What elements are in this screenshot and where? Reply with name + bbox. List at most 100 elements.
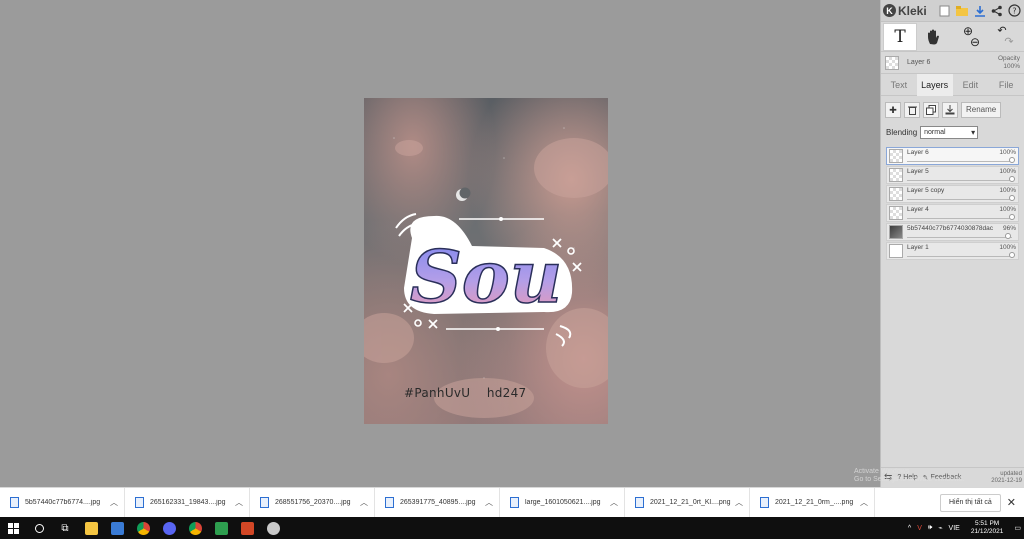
layer-opacity-slider[interactable]	[907, 252, 1015, 258]
chevron-up-icon[interactable]: ︿	[235, 497, 243, 508]
add-layer-button[interactable]: ✚	[885, 102, 901, 118]
top-toolbar: K Kleki ?	[881, 0, 1024, 22]
calculator-icon	[110, 521, 124, 535]
taskbar-app-green[interactable]	[208, 517, 234, 539]
zoom-out-icon[interactable]: ⊖	[970, 36, 980, 48]
chevron-up-icon[interactable]: ^	[908, 525, 911, 532]
artwork-canvas[interactable]: Sou #PanhUvU hd247	[364, 98, 608, 424]
download-item[interactable]: 5b57440c77b6774....jpg ︿	[0, 487, 125, 518]
hand-tool-button[interactable]	[917, 23, 951, 51]
layer-row[interactable]: Layer 1 100%	[886, 242, 1019, 260]
layer-name: Layer 5	[907, 168, 929, 175]
search-circle-icon	[34, 523, 44, 533]
taskbar-discord[interactable]	[156, 517, 182, 539]
canvas-area[interactable]: Sou #PanhUvU hd247	[0, 0, 880, 487]
updated-label: updated	[1000, 470, 1022, 477]
app-logo[interactable]: K Kleki	[883, 4, 927, 18]
network-icon[interactable]: ⌁	[938, 524, 942, 532]
start-button[interactable]	[0, 517, 26, 539]
download-item[interactable]: 265162331_19843....jpg ︿	[125, 487, 250, 518]
redo-icon[interactable]: ↷	[1004, 36, 1013, 48]
blending-select[interactable]: normal	[920, 126, 979, 139]
taskbar-app-gear[interactable]	[260, 517, 286, 539]
download-item[interactable]: 265391775_40895....jpg ︿	[375, 487, 500, 518]
share-icon[interactable]	[990, 3, 1004, 19]
right-panel: K Kleki ? T ⊕ ⊖ ↶ ↷ Layer 6 Opacity 100%…	[880, 0, 1024, 487]
taskbar-powerpoint[interactable]	[234, 517, 260, 539]
chevron-up-icon[interactable]: ︿	[735, 497, 743, 508]
current-layer-opacity[interactable]: Opacity 100%	[998, 55, 1020, 71]
layer-thumbnail	[889, 149, 903, 163]
text-tool-button[interactable]: T	[883, 22, 917, 51]
tab-edit[interactable]: Edit	[953, 74, 989, 96]
duplicate-icon	[926, 105, 936, 115]
layer-row[interactable]: Layer 6 100%	[886, 147, 1019, 165]
chevron-up-icon[interactable]: ︿	[860, 497, 868, 508]
layer-opacity: 100%	[999, 244, 1016, 251]
slider-knob[interactable]	[1009, 195, 1015, 201]
tab-layers[interactable]: Layers	[916, 73, 953, 96]
taskbar-calculator[interactable]	[104, 517, 130, 539]
delete-layer-button[interactable]	[904, 102, 920, 118]
rename-layer-button[interactable]: Rename	[961, 102, 1002, 118]
notification-icon[interactable]: ▭	[1014, 524, 1021, 532]
hand-icon	[928, 29, 939, 44]
layer-name: Layer 6	[907, 149, 929, 156]
activate-windows-watermark: Activate Windows Go to Settings to activ…	[854, 468, 965, 483]
layer-opacity-slider[interactable]	[907, 233, 1012, 239]
file-icon	[10, 497, 19, 508]
layer-row[interactable]: Layer 4 100%	[886, 204, 1019, 222]
slider-knob[interactable]	[1009, 157, 1015, 163]
tab-file[interactable]: File	[988, 74, 1024, 96]
layer-name: Layer 5 copy	[907, 187, 945, 194]
open-folder-icon[interactable]	[955, 3, 969, 19]
layer-row[interactable]: Layer 5 copy 100%	[886, 185, 1019, 203]
slider-knob[interactable]	[1009, 176, 1015, 182]
task-view-icon: ⧉	[61, 522, 69, 534]
chevron-up-icon[interactable]: ︿	[360, 497, 368, 508]
download-item[interactable]: 2021_12_21_0rt_Kl....png ︿	[625, 487, 750, 518]
sticker-text: Sou	[410, 234, 562, 319]
layer-opacity-slider[interactable]	[907, 176, 1015, 182]
layer-opacity-slider[interactable]	[907, 157, 1015, 163]
layer-opacity: 100%	[999, 206, 1016, 213]
tab-text[interactable]: Text	[881, 74, 917, 96]
download-item[interactable]: 2021_12_21_0rm_....png ︿	[750, 487, 875, 518]
trash-icon	[907, 106, 917, 115]
layer-row[interactable]: Layer 5 100%	[886, 166, 1019, 184]
help-icon[interactable]: ?	[1008, 3, 1022, 19]
file-icon	[760, 497, 769, 508]
undo-icon[interactable]: ↶	[997, 25, 1006, 37]
slider-knob[interactable]	[1009, 252, 1015, 258]
taskbar-chrome[interactable]	[130, 517, 156, 539]
layer-opacity: 100%	[999, 168, 1016, 175]
slider-knob[interactable]	[1004, 233, 1011, 239]
download-item[interactable]: large_1601050621....jpg ︿	[500, 487, 625, 518]
slider-knob[interactable]	[1009, 214, 1015, 220]
layer-row[interactable]: 5b57440c77b6774030878dac 96%	[886, 223, 1019, 241]
search-button[interactable]	[26, 517, 52, 539]
speaker-icon[interactable]: 🕪	[928, 524, 932, 532]
taskbar-explorer[interactable]	[78, 517, 104, 539]
clock[interactable]: 5:51 PM 21/12/2021	[971, 520, 1004, 536]
antivirus-icon[interactable]: V	[917, 525, 922, 532]
language-indicator[interactable]: VIE	[949, 525, 960, 532]
plus-icon: ✚	[889, 104, 897, 115]
current-layer-thumbnail	[885, 55, 899, 70]
task-view-button[interactable]: ⧉	[52, 517, 78, 539]
duplicate-layer-button[interactable]	[923, 102, 939, 118]
layer-opacity-slider[interactable]	[907, 214, 1015, 220]
layer-opacity-slider[interactable]	[907, 195, 1015, 201]
taskbar-chrome-2[interactable]	[182, 517, 208, 539]
merge-down-button[interactable]	[942, 102, 958, 118]
layer-name: 5b57440c77b6774030878dac	[907, 225, 994, 232]
chevron-up-icon[interactable]: ︿	[610, 497, 618, 508]
close-icon[interactable]: ✕	[1007, 496, 1016, 509]
new-file-icon[interactable]	[938, 3, 952, 19]
download-icon[interactable]	[973, 3, 987, 19]
show-all-button[interactable]: Hiển thị tất cả	[939, 493, 1001, 512]
download-filename: 5b57440c77b6774....jpg	[25, 499, 101, 506]
chevron-up-icon[interactable]: ︿	[485, 497, 493, 508]
chevron-up-icon[interactable]: ︿	[110, 497, 118, 508]
download-item[interactable]: 268551756_20370....jpg ︿	[250, 487, 375, 518]
